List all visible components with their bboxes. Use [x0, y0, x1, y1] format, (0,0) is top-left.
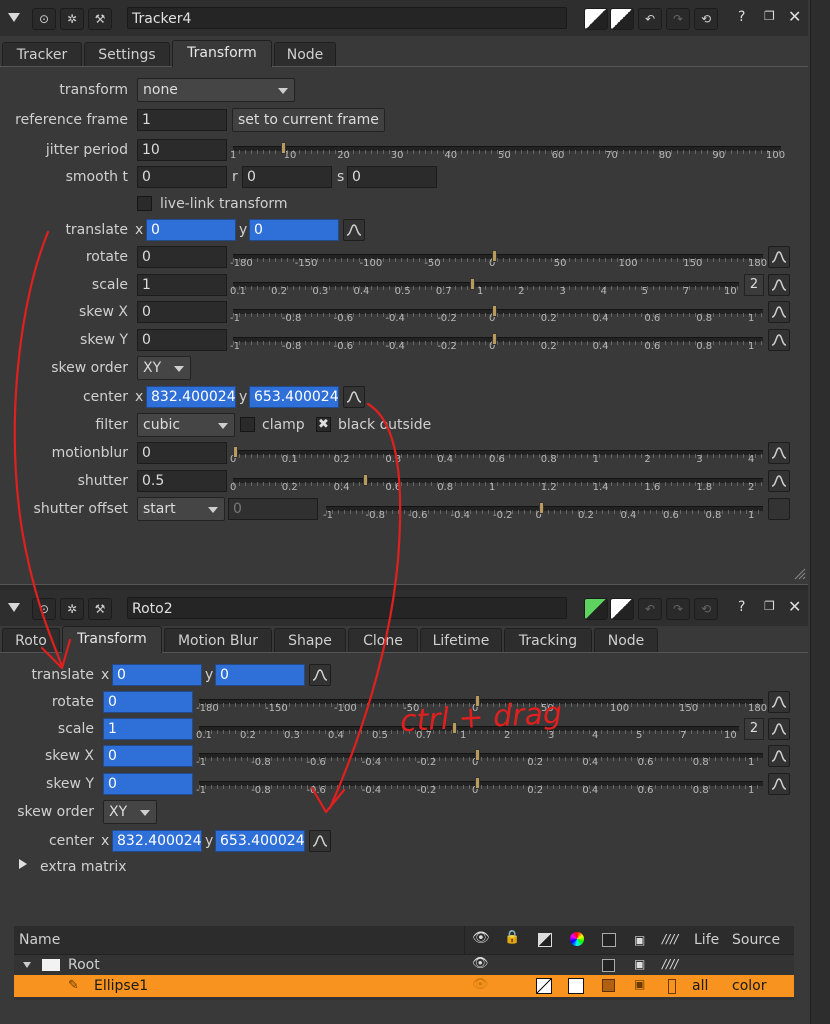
annotation-arrowhead-center: [310, 786, 346, 814]
annotation-text: ctrl + drag: [399, 696, 563, 739]
annotation-overlay: ctrl + drag: [13, 230, 563, 814]
annotation-arrowhead-translate: [40, 638, 72, 670]
annotation-arrow-translate: [13, 230, 64, 668]
annotation-arrow-center: [328, 402, 402, 810]
